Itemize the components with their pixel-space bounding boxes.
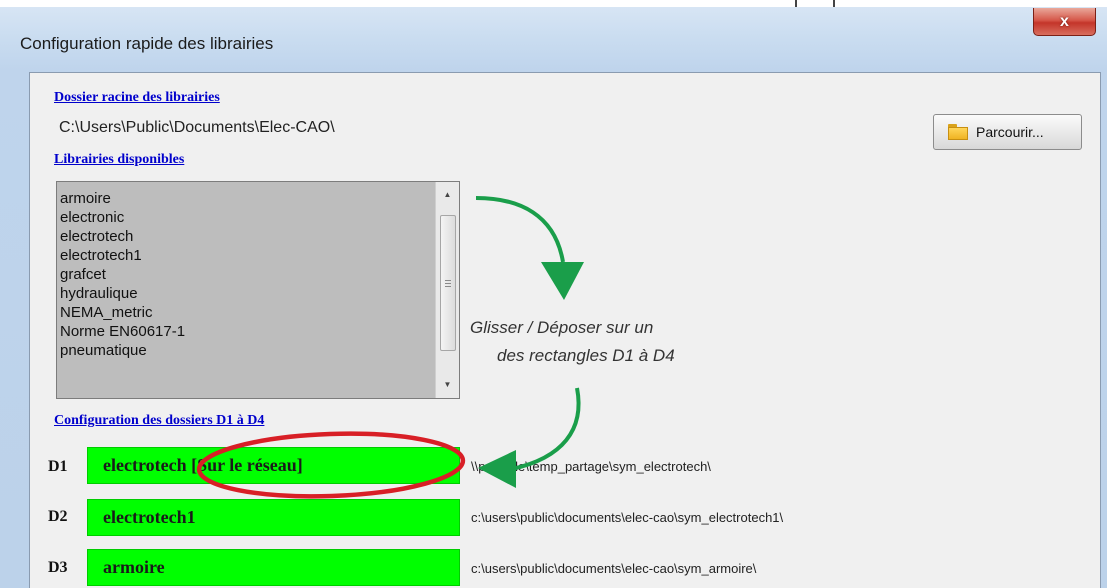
d3-drop-zone[interactable]: armoire [87,549,460,586]
listbox-scrollbar[interactable]: ▲ ▼ [435,182,459,398]
edge-tick [795,0,797,7]
dialog-window: Configuration rapide des librairies x Do… [0,0,1107,588]
d1-drop-zone[interactable]: electrotech [Sur le réseau] [87,447,460,484]
list-item[interactable]: electronic [60,209,124,227]
list-item[interactable]: hydraulique [60,285,138,303]
scroll-down-arrow-icon[interactable]: ▼ [436,374,459,394]
root-folder-heading[interactable]: Dossier racine des librairies [54,90,220,106]
d2-drop-zone[interactable]: electrotech1 [87,499,460,536]
list-item[interactable]: electrotech1 [60,247,142,265]
close-button[interactable]: x [1033,8,1096,36]
list-item[interactable]: pneumatique [60,342,147,360]
list-item[interactable]: armoire [60,190,111,208]
list-item[interactable]: electrotech [60,228,133,246]
edge-tick [833,0,835,7]
browse-button[interactable]: Parcourir... [933,114,1082,150]
title-bar: Configuration rapide des librairies [0,7,1107,65]
window-title: Configuration rapide des librairies [20,34,274,53]
browse-button-label: Parcourir... [976,124,1044,140]
list-item[interactable]: Norme EN60617-1 [60,323,185,341]
scroll-up-arrow-icon[interactable]: ▲ [436,184,459,204]
d1-label: D1 [48,458,68,475]
libraries-listbox[interactable]: armoire electronic electrotech electrote… [56,181,460,399]
folder-icon [948,124,968,140]
root-folder-path: C:\Users\Public\Documents\Elec-CAO\ [59,119,335,136]
d2-label: D2 [48,508,68,525]
scrollbar-thumb[interactable] [440,215,456,351]
d3-library-name: armoire [103,557,165,577]
d3-path: c:\users\public\documents\elec-cao\sym_a… [471,561,757,576]
libraries-heading[interactable]: Librairies disponibles [54,152,184,168]
close-icon: x [1060,12,1069,30]
list-item[interactable]: grafcet [60,266,106,284]
d2-library-name: electrotech1 [103,507,196,527]
d3-label: D3 [48,559,68,576]
top-edge [0,0,1107,7]
d1-library-name: electrotech [Sur le réseau] [103,455,303,475]
d2-path: c:\users\public\documents\elec-cao\sym_e… [471,510,784,525]
folders-heading[interactable]: Configuration des dossiers D1 à D4 [54,413,264,429]
drag-hint-line-1: Glisser / Déposer sur un [470,318,654,337]
list-item[interactable]: NEMA_metric [60,304,153,322]
drag-hint-line-2: des rectangles D1 à D4 [497,346,675,365]
d1-path: \\portable\temp_partage\sym_electrotech\ [471,459,711,474]
